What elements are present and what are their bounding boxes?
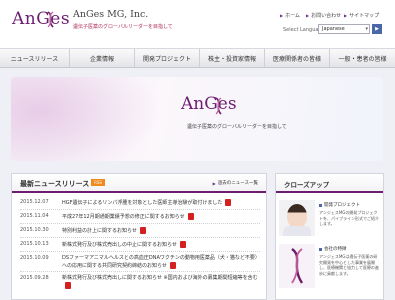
news-header: 最新ニュースリリース RSS ▶ 過去のニュース一覧 — [12, 174, 266, 193]
pdf-icon — [225, 199, 232, 206]
news-text: 平成27年12月期通期業績予想の修正に関するお知らせ — [62, 214, 185, 220]
nav-item-company[interactable]: 企業情報 — [70, 49, 135, 67]
nav-item-news[interactable]: ニュースリリース — [0, 49, 70, 67]
contact-link-label: お問い合わせ — [311, 13, 342, 19]
hero-banner: AnGes 遺伝子医薬のグローバルリーダーを目指して — [11, 77, 383, 161]
rss-badge[interactable]: RSS — [91, 179, 105, 186]
nav-item-projects[interactable]: 開発プロジェクト — [135, 49, 200, 67]
closeup-card-label[interactable]: 会社の特徴 — [319, 246, 347, 252]
language-go-button[interactable]: ▶ — [372, 24, 382, 34]
language-value: Japanese — [322, 26, 345, 32]
news-more-label: 過去のニュース一覧 — [217, 181, 258, 186]
site-header: AnGes AnGes MG, Inc. 遺伝子医薬のグローバルリーダーを目指し… — [0, 0, 395, 48]
news-title-link[interactable]: 新株式発行及び株式売出しに関するお知らせ ※国内および海外の募集期間短縮等を含む — [62, 275, 258, 290]
language-select[interactable]: Japanese ▾ — [318, 24, 370, 34]
news-text: 新株式発行及び株式売出しの中止に関するお知らせ — [62, 242, 177, 248]
news-item[interactable]: 2015.10.13 新株式発行及び株式売出しの中止に関するお知らせ — [20, 238, 260, 252]
news-date: 2015.10.13 — [20, 241, 49, 247]
pdf-icon — [139, 227, 146, 234]
news-title-link[interactable]: 平成27年12月期通期業績予想の修正に関するお知らせ — [62, 213, 194, 221]
news-text: 新株式発行及び株式売出しに関するお知らせ ※国内および海外の募集期間短縮等を含む — [62, 275, 258, 281]
news-item[interactable]: 2015.10.30 特別利益の計上に関するお知らせ — [20, 224, 260, 238]
dna-helix-icon — [291, 248, 304, 284]
nav-item-investors[interactable]: 株主・投資家情報 — [200, 49, 265, 67]
site-logo[interactable]: AnGes — [12, 9, 74, 39]
sitemap-link[interactable]: ▶ サイトマップ — [344, 12, 379, 19]
closeup-panel: クローズアップ 開発プロジェクト アンジェスMGの開発プロジェクトを、パイプライ… — [275, 173, 384, 300]
news-date: 2015.12.07 — [20, 199, 49, 205]
arrow-right-icon: ▶ — [280, 13, 284, 18]
dna-illustration — [279, 244, 315, 288]
news-item[interactable]: 2015.10.09 DSファーマアニマルヘルスとの高血圧DNAワクチンの動物用… — [20, 252, 260, 272]
closeup-title: クローズアップ — [284, 181, 330, 189]
pdf-icon — [179, 241, 186, 248]
news-date: 2015.09.28 — [20, 275, 49, 281]
news-more-link[interactable]: ▶ 過去のニュース一覧 — [212, 180, 258, 187]
nav-item-patients[interactable]: 一般・患者の皆様 — [330, 49, 395, 67]
closeup-card-label-text: 会社の特徴 — [324, 247, 347, 252]
news-date: 2015.10.09 — [20, 255, 49, 261]
news-title-link[interactable]: DSファーマアニマルヘルスとの高血圧DNAワクチンの動物用医薬品（犬・猫など不要… — [62, 255, 258, 270]
closeup-card-label-text: 開発プロジェクト — [324, 203, 360, 208]
arrow-right-icon: ▶ — [212, 180, 216, 186]
hero-logo-text: AnGes — [181, 94, 237, 114]
nav-item-medical[interactable]: 医療関係者の皆様 — [265, 49, 330, 67]
home-link[interactable]: ▶ ホーム — [280, 12, 300, 19]
dna-helix-icon — [47, 11, 54, 28]
closeup-card-text: アンジェスMGの開発プロジェクトを、パイプライン形式でご紹介します。 — [319, 210, 379, 226]
sitemap-link-label: サイトマップ — [349, 13, 380, 19]
arrow-right-icon: ▶ — [306, 13, 310, 18]
square-bullet-icon — [319, 203, 322, 207]
closeup-card-label[interactable]: 開発プロジェクト — [319, 202, 360, 208]
closeup-header: クローズアップ — [276, 174, 383, 193]
pdf-icon — [169, 262, 176, 269]
hero-glow — [11, 77, 161, 161]
pdf-icon — [187, 213, 194, 220]
news-title-link[interactable]: 特別利益の計上に関するお知らせ — [62, 227, 146, 235]
arrow-right-icon: ▶ — [344, 13, 348, 18]
global-nav: ニュースリリース 企業情報 開発プロジェクト 株主・投資家情報 医療関係者の皆様… — [0, 48, 395, 68]
contact-link[interactable]: ▶ お問い合わせ — [306, 12, 341, 19]
logo-text: AnGes — [12, 9, 71, 29]
dna-helix-icon — [215, 97, 222, 115]
hero-tagline: 遺伝子医薬のグローバルリーダーを目指して — [187, 124, 287, 130]
news-title-link[interactable]: 新株式発行及び株式売出しの中止に関するお知らせ — [62, 241, 186, 249]
news-item[interactable]: 2015.09.28 新株式発行及び株式売出しに関するお知らせ ※国内および海外… — [20, 272, 260, 292]
person-photo — [279, 200, 315, 236]
closeup-card-projects[interactable]: 開発プロジェクト アンジェスMGの開発プロジェクトを、パイプライン形式でご紹介し… — [279, 200, 383, 238]
news-panel: 最新ニュースリリース RSS ▶ 過去のニュース一覧 2015.12.07 HG… — [11, 173, 267, 300]
square-bullet-icon — [319, 247, 322, 251]
shirt-shape — [283, 226, 311, 236]
face-shape — [287, 204, 307, 228]
news-item[interactable]: 2015.12.07 HGF遺伝子によるリンパ浮腫を対象とした医師主導治験が取付… — [20, 196, 260, 210]
news-text: DSファーマアニマルヘルスとの高血圧DNAワクチンの動物用医薬品（犬・猫など不要… — [62, 255, 258, 269]
news-text: 特別利益の計上に関するお知らせ — [62, 228, 137, 234]
news-date: 2015.11.04 — [20, 213, 49, 219]
news-date: 2015.10.30 — [20, 227, 49, 233]
news-title-link[interactable]: HGF遺伝子によるリンパ浮腫を対象とした医師主導治験が取付けました — [62, 199, 232, 207]
company-tagline: 遺伝子医薬のグローバルリーダーを目指して — [73, 24, 173, 30]
company-name: AnGes MG, Inc. — [73, 9, 149, 20]
closeup-card-text: アンジェスMGは遺伝子医薬の研究開発を中心とした事業を展開し、医療機関と協力して… — [319, 254, 379, 276]
pdf-icon — [65, 282, 71, 289]
home-link-label: ホーム — [285, 13, 300, 19]
closeup-card-features[interactable]: 会社の特徴 アンジェスMGは遺伝子医薬の研究開発を中心とした事業を展開し、医療機… — [279, 244, 383, 296]
news-text: HGF遺伝子によるリンパ浮腫を対象とした医師主導治験が取付けました — [62, 200, 223, 206]
chevron-down-icon: ▾ — [365, 26, 368, 32]
news-title: 最新ニュースリリース — [20, 180, 90, 188]
news-item[interactable]: 2015.11.04 平成27年12月期通期業績予想の修正に関するお知らせ — [20, 210, 260, 224]
